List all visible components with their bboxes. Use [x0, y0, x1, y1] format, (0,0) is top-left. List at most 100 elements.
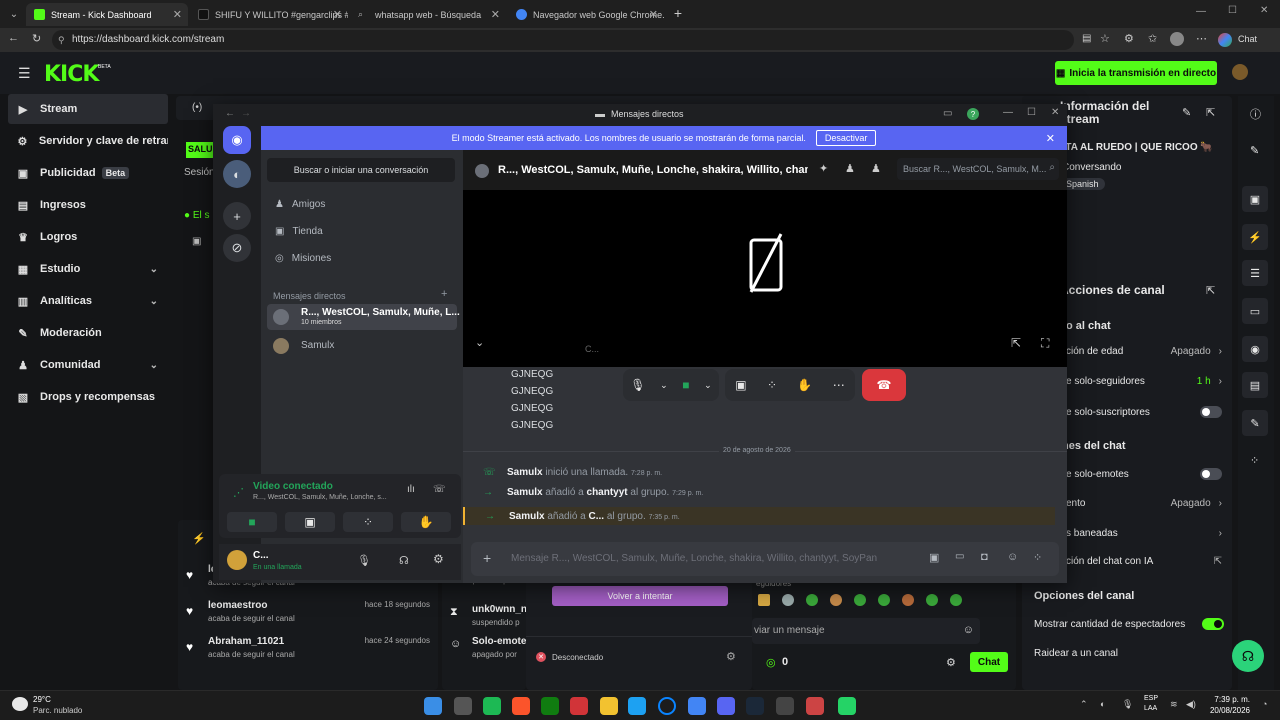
sidebar-item-4[interactable]: ▤ Ingresos: [8, 190, 168, 220]
channel-setting-row[interactable]: e solo-seguidores 1 h ›: [1066, 376, 1222, 387]
chevron-down-icon[interactable]: ⌄: [150, 296, 158, 307]
camera-options-chevron-icon[interactable]: ⌄: [704, 380, 712, 391]
keyboard-layout[interactable]: LAA: [1144, 705, 1157, 712]
list-icon[interactable]: ☰: [1242, 260, 1268, 286]
popout-icon[interactable]: ⇱: [1206, 106, 1215, 119]
back-icon[interactable]: ←: [8, 32, 19, 44]
bookmark-star-icon[interactable]: ☆: [1100, 32, 1110, 45]
bolt-icon[interactable]: ⚡: [1242, 224, 1268, 250]
send-chat-button[interactable]: Chat: [970, 652, 1008, 672]
camera-button[interactable]: ■: [227, 512, 277, 532]
sticker-icon[interactable]: ◘: [981, 551, 988, 563]
chat-bubble-icon[interactable]: ▭: [1242, 298, 1268, 324]
soundboard-button[interactable]: ✋: [401, 512, 451, 532]
add-attachment-icon[interactable]: +: [483, 550, 491, 566]
external-link-icon[interactable]: ⇱: [1214, 556, 1222, 567]
headphones-icon[interactable]: ☊: [399, 554, 409, 567]
tray-mic-icon[interactable]: 🎙: [1122, 699, 1133, 710]
edge-icon[interactable]: [628, 697, 646, 715]
popout-icon[interactable]: ⇱: [1206, 284, 1215, 297]
support-icon[interactable]: ☊: [1232, 640, 1264, 672]
gemini-icon[interactable]: [1218, 33, 1232, 47]
settings-icon[interactable]: ⚙: [726, 650, 736, 663]
apps-icon[interactable]: ⁘: [1033, 551, 1042, 564]
search-icon[interactable]: [454, 697, 472, 715]
emote-icon[interactable]: [758, 594, 770, 606]
friends-item[interactable]: ♟ Amigos: [269, 192, 455, 216]
chevron-right-icon[interactable]: ›: [1219, 528, 1222, 539]
emote-icon[interactable]: [782, 594, 794, 606]
close-tab-icon[interactable]: ✕: [649, 8, 658, 21]
extension-icon[interactable]: ⚙: [1124, 32, 1134, 45]
event-user[interactable]: Samulx: [509, 511, 545, 522]
close-tab-icon[interactable]: ✕: [173, 8, 182, 21]
wifi-icon[interactable]: ≋: [1170, 699, 1178, 710]
tray-chevron-icon[interactable]: ⌃: [1080, 699, 1088, 710]
chevron-down-icon[interactable]: ⌄: [150, 264, 158, 275]
message-composer[interactable]: + Mensaje R..., WestCOL, Samulx, Muñe, L…: [471, 542, 1059, 576]
go-live-button[interactable]: ▦ Inicia la transmisión en directo: [1055, 61, 1217, 85]
collapse-chevron-icon[interactable]: ⌄: [475, 336, 484, 349]
minimize-window-icon[interactable]: —: [1196, 6, 1206, 17]
server-icon[interactable]: ▤: [1242, 372, 1268, 398]
sidebar-item-3[interactable]: ▣ Publicidad Beta: [8, 158, 168, 188]
back-icon[interactable]: ←: [225, 108, 235, 119]
help-icon[interactable]: ?: [967, 108, 979, 120]
browser-chat-button[interactable]: Chat: [1238, 34, 1257, 44]
discord-home-icon[interactable]: ◉: [223, 126, 251, 154]
browser-tab-kick[interactable]: Stream - Kick Dashboard ✕: [26, 3, 188, 26]
emote-icon[interactable]: [854, 594, 866, 606]
dm-item-group[interactable]: R..., WestCOL, Samulx, Muñe, L... 10 mie…: [267, 304, 460, 330]
sidebar-item-6[interactable]: ▦ Estudio ⌄: [8, 254, 168, 284]
kick-logo[interactable]: KICK: [44, 62, 99, 87]
pin-icon[interactable]: ✦: [819, 162, 828, 175]
more-options-icon[interactable]: ⋯: [833, 378, 845, 392]
profile-avatar[interactable]: [1170, 32, 1184, 46]
page-icon[interactable]: ▤: [1082, 33, 1091, 44]
user-avatar[interactable]: [1232, 64, 1248, 80]
hamburger-menu-icon[interactable]: ☰: [18, 65, 31, 82]
edit-icon[interactable]: ✎: [1182, 106, 1191, 119]
channel-setting-row[interactable]: Raidear a un canal: [1034, 648, 1224, 659]
gift-icon[interactable]: ▣: [929, 551, 939, 564]
wrench-icon[interactable]: ✎: [1242, 410, 1268, 436]
emote-icon[interactable]: [806, 594, 818, 606]
toggle-switch[interactable]: [1200, 468, 1222, 480]
file-explorer-icon[interactable]: [600, 697, 618, 715]
gif-icon[interactable]: ▭: [955, 551, 964, 562]
tab-list-icon[interactable]: ⌄: [6, 6, 22, 22]
activity-user[interactable]: Abraham_11021: [208, 636, 284, 647]
chat-input[interactable]: viar un mensaje ☺: [752, 618, 980, 644]
menu-dots-icon[interactable]: ⋯: [1196, 32, 1207, 45]
spotify-icon[interactable]: [483, 697, 501, 715]
user-settings-icon[interactable]: ⚙: [433, 552, 444, 566]
emote-icon[interactable]: [830, 594, 842, 606]
mic-icon[interactable]: 🎙: [630, 378, 645, 392]
minimize-icon[interactable]: —: [1003, 107, 1013, 118]
emote-icon[interactable]: [878, 594, 890, 606]
brave-icon[interactable]: [512, 697, 530, 715]
favorites-icon[interactable]: ✩: [1148, 32, 1157, 45]
activities-button[interactable]: ⁘: [343, 512, 393, 532]
event-target[interactable]: C...: [589, 511, 605, 522]
popout-icon[interactable]: ⇱: [1011, 336, 1021, 350]
browser-tab-chrome[interactable]: Navegador web Google Chrome... ✕: [508, 3, 664, 26]
group-avatar-icon[interactable]: ◐: [223, 160, 251, 188]
address-bar[interactable]: ⚲ https://dashboard.kick.com/stream: [52, 30, 1074, 50]
pencil-icon[interactable]: ✎: [1250, 144, 1259, 157]
clock-time[interactable]: 7:39 p. m.: [1208, 695, 1250, 704]
forward-icon[interactable]: →: [241, 108, 251, 119]
capture-icon[interactable]: [806, 697, 824, 715]
broadcast-icon[interactable]: ◉: [1242, 336, 1268, 362]
sidebar-item-10[interactable]: ▧ Drops y recompensas: [8, 382, 168, 412]
clock-date[interactable]: 20/08/2026: [1208, 706, 1250, 715]
user-avatar[interactable]: [227, 550, 247, 570]
deactivate-button[interactable]: Desactivar: [815, 130, 877, 146]
soundboard-icon[interactable]: ✋: [797, 378, 812, 392]
new-tab-icon[interactable]: +: [670, 5, 686, 21]
fullscreen-icon[interactable]: ⛶: [1041, 336, 1049, 351]
chrome-icon[interactable]: [688, 697, 706, 715]
close-banner-icon[interactable]: ✕: [1046, 132, 1055, 145]
chevron-right-icon[interactable]: ›: [1219, 376, 1222, 387]
channel-setting-row[interactable]: ción del chat con IA ⇱: [1066, 556, 1222, 567]
